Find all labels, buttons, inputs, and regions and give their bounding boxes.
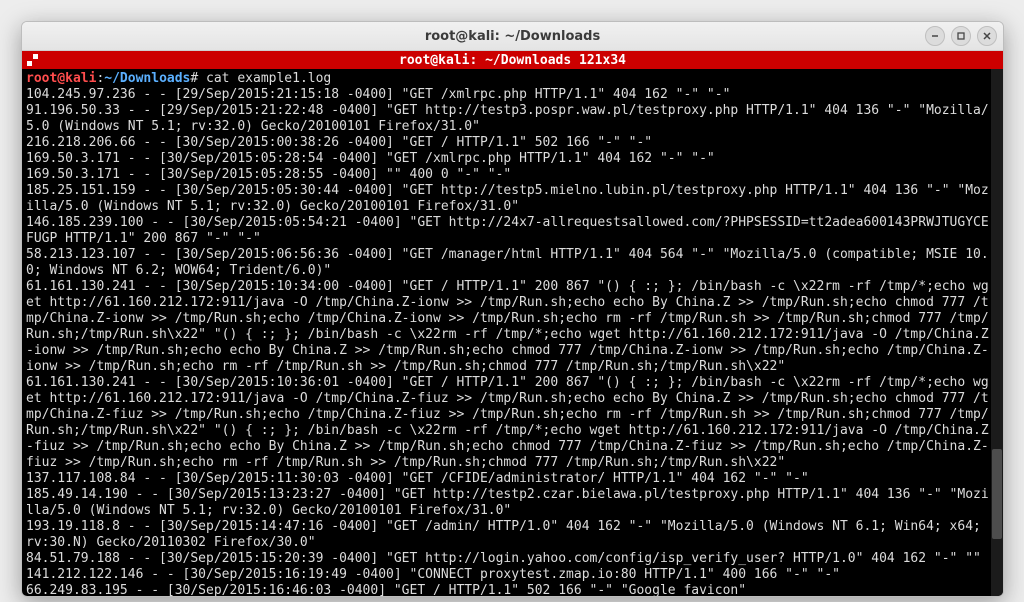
scrollbar-track[interactable] <box>991 69 1003 596</box>
maximize-button[interactable] <box>951 26 971 46</box>
scrollbar-thumb[interactable] <box>992 449 1002 539</box>
terminal-window: root@kali: ~/Downloads root@kali: ~/Down… <box>21 21 1004 597</box>
inner-titlebar: root@kali: ~/Downloads 121x34 <box>22 51 1003 69</box>
prompt-command: cat example1.log <box>206 71 331 86</box>
terminal-area[interactable]: root@kali:~/Downloads# cat example1.log … <box>22 69 1003 596</box>
close-button[interactable] <box>977 26 997 46</box>
terminal-icon <box>26 53 40 67</box>
outer-title-text: root@kali: ~/Downloads <box>425 29 600 44</box>
window-controls <box>925 26 997 46</box>
minimize-button[interactable] <box>925 26 945 46</box>
inner-title-text: root@kali: ~/Downloads 121x34 <box>399 53 626 68</box>
terminal-output[interactable]: root@kali:~/Downloads# cat example1.log … <box>26 71 989 596</box>
log-output: 104.245.97.236 - - [29/Sep/2015:21:15:18… <box>26 87 989 596</box>
outer-titlebar: root@kali: ~/Downloads <box>22 22 1003 51</box>
prompt-path: ~/Downloads <box>104 71 190 86</box>
prompt-user: root@kali <box>26 71 96 86</box>
